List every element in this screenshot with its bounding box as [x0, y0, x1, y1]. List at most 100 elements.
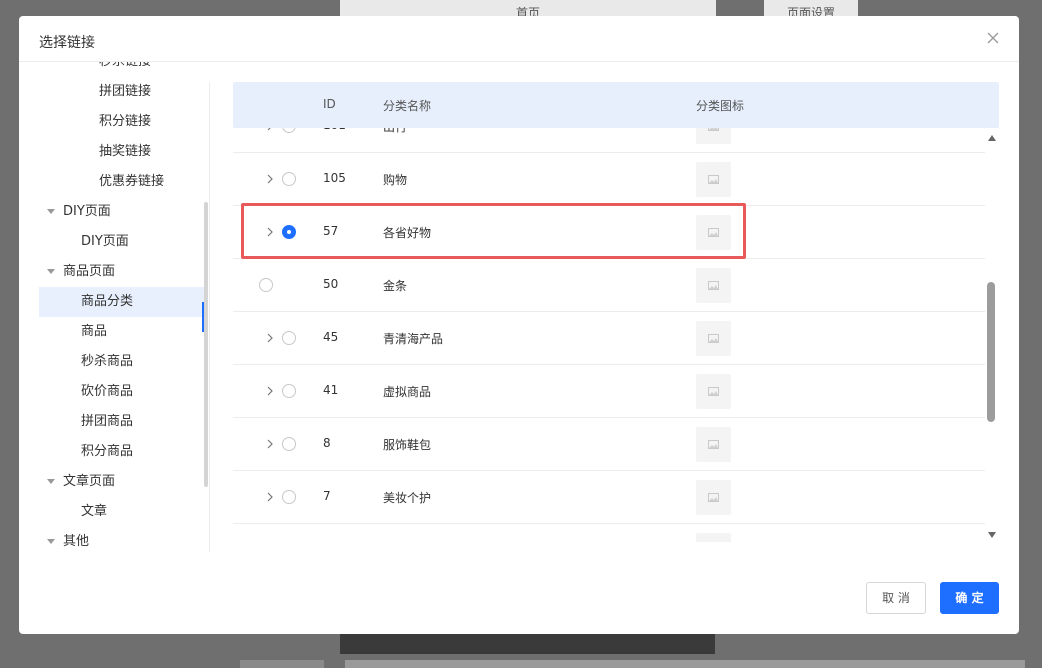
table-row[interactable]: 7 美妆个护: [233, 471, 985, 524]
scroll-up-arrow-icon[interactable]: [988, 135, 996, 141]
caret-down-icon[interactable]: [47, 539, 55, 544]
image-icon: [708, 334, 719, 343]
tree-item-label: 商品分类: [81, 294, 134, 309]
tree-item[interactable]: 拼团商品: [39, 407, 205, 437]
panel-divider: [209, 82, 210, 552]
tree-item[interactable]: 商品页面: [39, 257, 205, 287]
category-image-placeholder: [696, 321, 731, 356]
background-panel: [240, 660, 324, 668]
tree-item[interactable]: 商品: [39, 317, 205, 347]
tree-item[interactable]: 其他: [39, 527, 205, 552]
tree-item[interactable]: 文章: [39, 497, 205, 527]
row-radio[interactable]: [282, 384, 296, 398]
tree-item[interactable]: 积分链接: [39, 107, 205, 137]
background-panel: [345, 660, 1025, 668]
tree-item[interactable]: 优惠券链接: [39, 167, 205, 197]
tree-item-label: 商品: [81, 324, 108, 339]
table-row[interactable]: 8 服饰鞋包: [233, 418, 985, 471]
cell-name: 购物: [383, 173, 408, 187]
tree-item-label: 积分商品: [81, 444, 134, 459]
image-icon: [708, 281, 719, 290]
close-button[interactable]: [985, 30, 1001, 46]
cell-id: 45: [323, 330, 339, 344]
category-table: 101出行105购物57各省好物50金条45青清海产品41虚拟商品8服饰鞋包7美…: [233, 82, 999, 542]
tree-item[interactable]: DIY页面: [39, 197, 205, 227]
table-header: ID 分类名称 分类图标: [233, 82, 999, 128]
tree-item-label: 砍价商品: [81, 384, 134, 399]
tree-item-label: DIY页面: [81, 234, 129, 249]
tree-item-label: 商品页面: [63, 264, 116, 279]
tree-item[interactable]: 抽奖链接: [39, 137, 205, 167]
background-tab-home-label: 首页: [515, 6, 540, 16]
image-icon: [708, 440, 719, 449]
image-icon: [708, 387, 719, 396]
select-link-dialog: 选择链接 秒杀链接拼团链接积分链接抽奖链接优惠券链接 DIY页面 DIY页面商品页面…: [19, 16, 1019, 634]
table-row[interactable]: 50 金条: [233, 259, 985, 312]
image-icon: [708, 175, 719, 184]
scroll-down-arrow-icon[interactable]: [988, 532, 996, 538]
row-radio[interactable]: [282, 172, 296, 186]
tree-item[interactable]: 拼团链接: [39, 77, 205, 107]
tree-item-label: 其他: [63, 534, 90, 549]
tree-item[interactable]: 砍价商品: [39, 377, 205, 407]
close-icon: [987, 32, 999, 44]
tree-item[interactable]: DIY页面: [39, 227, 205, 257]
tree-item-label: DIY页面: [63, 204, 111, 219]
cell-id: 8: [323, 436, 331, 450]
cell-name: 美妆个护: [383, 491, 432, 505]
column-header-name: 分类名称: [383, 99, 432, 113]
category-image-placeholder: [696, 480, 731, 515]
caret-down-icon[interactable]: [47, 209, 55, 214]
cell-name: 青清海产品: [383, 332, 444, 346]
tree-item[interactable]: 秒杀链接: [39, 62, 205, 77]
chevron-right-icon[interactable]: [263, 172, 277, 186]
tree-item[interactable]: 积分商品: [39, 437, 205, 467]
row-radio[interactable]: [282, 331, 296, 345]
category-image-placeholder: [696, 162, 731, 197]
table-row[interactable]: 105 购物: [233, 153, 985, 206]
caret-down-icon[interactable]: [47, 269, 55, 274]
background-toolbar: [340, 633, 715, 654]
chevron-right-icon[interactable]: [263, 331, 277, 345]
cell-name: 金条: [383, 279, 408, 293]
tree-scrollbar[interactable]: [204, 202, 208, 487]
cancel-button[interactable]: 取 消: [866, 582, 926, 614]
row-radio[interactable]: [259, 278, 273, 292]
cell-name: 虚拟商品: [383, 385, 432, 399]
row-radio[interactable]: [282, 490, 296, 504]
table-scrollbar-thumb[interactable]: [987, 282, 995, 422]
background-tab-page-settings: 页面设置: [764, 0, 858, 16]
table-row[interactable]: 45 青清海产品: [233, 312, 985, 365]
chevron-right-icon[interactable]: [263, 437, 277, 451]
tree-item[interactable]: 商品分类: [39, 287, 205, 317]
tree-item-label: 秒杀链接: [99, 62, 151, 77]
selected-row-highlight: [241, 203, 746, 259]
tree-item-label: 拼团商品: [81, 414, 134, 429]
chevron-right-icon[interactable]: [263, 384, 277, 398]
tree-item-label: 拼团链接: [99, 84, 152, 99]
background-tab-settings-label: 页面设置: [786, 6, 835, 16]
row-radio[interactable]: [282, 437, 296, 451]
cell-id: 7: [323, 489, 331, 503]
link-category-tree: 秒杀链接拼团链接积分链接抽奖链接优惠券链接 DIY页面 DIY页面商品页面商品分类商…: [39, 62, 209, 552]
cell-name: 服饰鞋包: [383, 438, 432, 452]
cell-id: 41: [323, 383, 339, 397]
category-image-placeholder: [696, 374, 731, 409]
cell-id: 50: [323, 277, 339, 291]
confirm-button[interactable]: 确 定: [940, 582, 999, 614]
table-row[interactable]: [233, 524, 985, 542]
caret-down-icon[interactable]: [47, 479, 55, 484]
tree-item[interactable]: 秒杀商品: [39, 347, 205, 377]
table-row[interactable]: 41 虚拟商品: [233, 365, 985, 418]
column-header-id: ID: [323, 97, 336, 111]
category-image-placeholder: [696, 427, 731, 462]
chevron-right-icon[interactable]: [263, 490, 277, 504]
column-header-icon: 分类图标: [696, 99, 745, 113]
image-icon: [708, 493, 719, 502]
tree-item-label: 抽奖链接: [99, 144, 152, 159]
tree-item[interactable]: 文章页面: [39, 467, 205, 497]
dialog-header: 选择链接: [19, 16, 1019, 62]
tree-item-label: 文章: [81, 504, 108, 519]
tree-item-label: 秒杀商品: [81, 354, 134, 369]
category-image-placeholder: [696, 533, 731, 542]
